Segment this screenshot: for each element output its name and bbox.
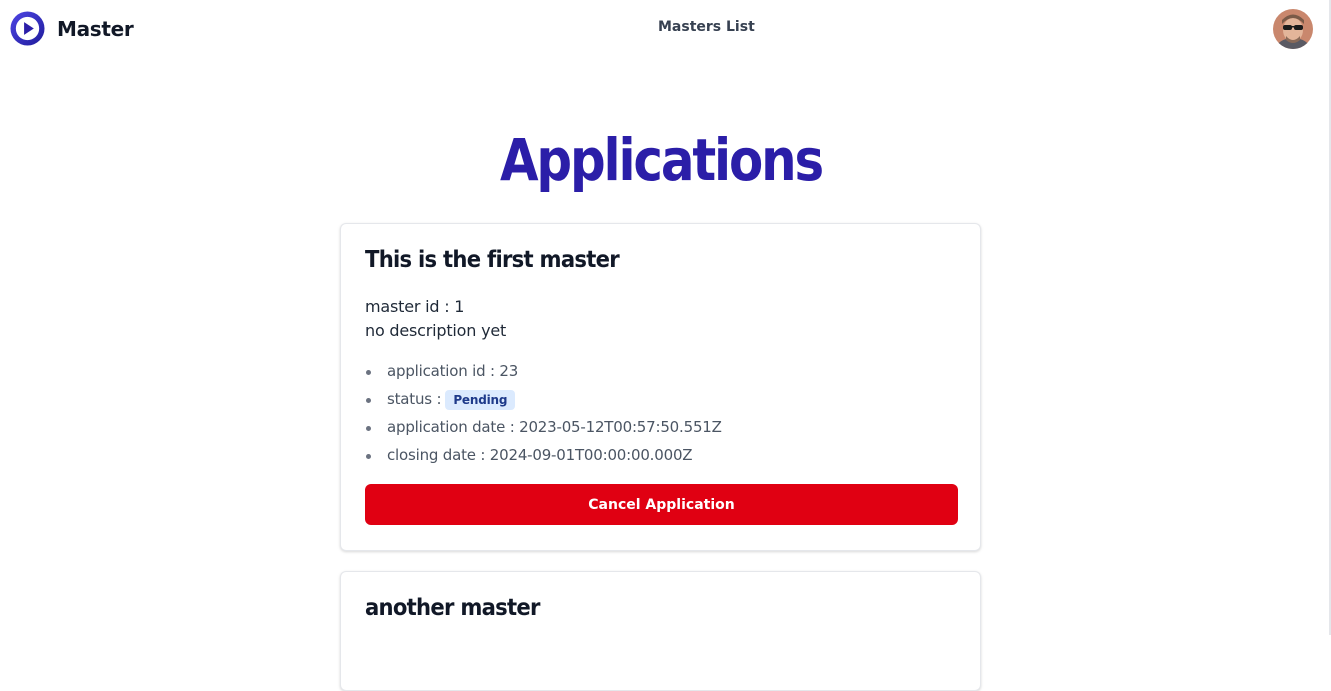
avatar-image bbox=[1273, 9, 1313, 49]
brand-name: Master bbox=[57, 16, 134, 41]
status-label: status : bbox=[387, 390, 442, 408]
master-title: another master bbox=[365, 595, 540, 621]
master-description: no description yet bbox=[365, 321, 507, 340]
status-badge: Pending bbox=[445, 389, 516, 410]
brand-link[interactable]: Master bbox=[10, 11, 134, 46]
nav-link-masters-list[interactable]: Masters List bbox=[658, 19, 755, 35]
application-details-list: application id : 23 status : Pending appl… bbox=[365, 360, 722, 472]
top-navbar: Master Masters List bbox=[0, 0, 1329, 56]
master-id: master id : 1 bbox=[365, 297, 465, 316]
closing-date: closing date : 2024-09-01T00:00:00.000Z bbox=[365, 444, 722, 472]
application-card: another master bbox=[340, 571, 981, 691]
page-title: Applications bbox=[499, 126, 824, 194]
user-avatar[interactable] bbox=[1273, 9, 1313, 49]
play-logo-icon bbox=[10, 11, 45, 46]
cancel-application-button[interactable]: Cancel Application bbox=[365, 484, 958, 525]
master-title: This is the first master bbox=[365, 247, 620, 273]
application-card: This is the first master master id : 1 n… bbox=[340, 223, 981, 551]
application-date: application date : 2023-05-12T00:57:50.5… bbox=[365, 416, 722, 444]
status-row: status : Pending bbox=[365, 388, 722, 416]
application-id: application id : 23 bbox=[365, 360, 722, 388]
